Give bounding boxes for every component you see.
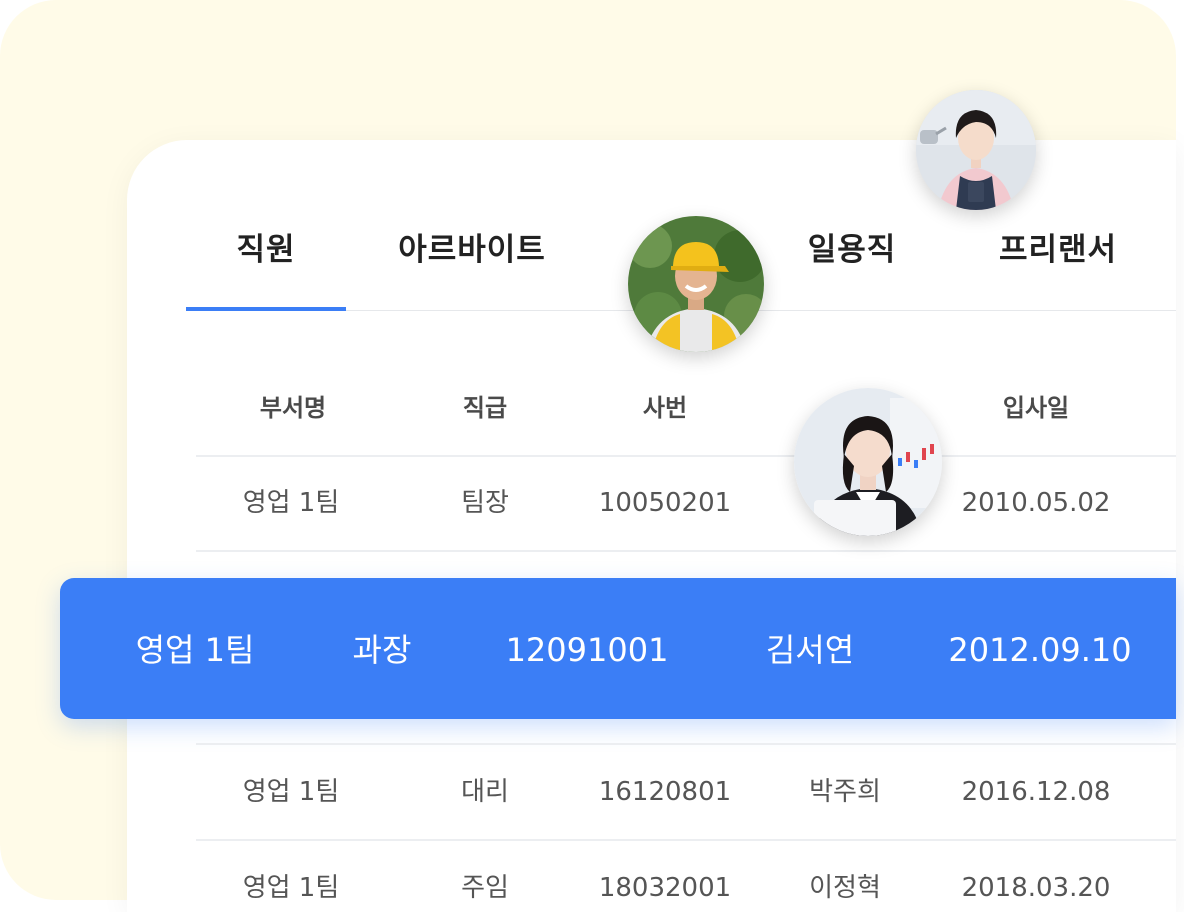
tab-employee[interactable]: 직원 bbox=[206, 222, 326, 278]
selected-row-employee-id: 12091001 bbox=[505, 631, 669, 669]
row-1-department: 영업 1팀 bbox=[242, 488, 340, 518]
row-4-employee-id: 18032001 bbox=[598, 873, 732, 903]
row-3-department: 영업 1팀 bbox=[242, 777, 340, 807]
selected-row-hire-date: 2012.09.10 bbox=[948, 631, 1132, 669]
row-1-employee-id: 10050201 bbox=[598, 488, 732, 518]
selected-row-department: 영업 1팀 bbox=[135, 631, 255, 669]
tab-freelancer[interactable]: 프리랜서 bbox=[983, 222, 1133, 278]
tab-daily-worker[interactable]: 일용직 bbox=[792, 222, 912, 278]
column-header-rank[interactable]: 직급 bbox=[425, 388, 545, 428]
row-4-name: 이정혁 bbox=[809, 873, 881, 903]
selected-row-rank: 과장 bbox=[352, 631, 412, 669]
row-4-hire-date: 2018.03.20 bbox=[961, 873, 1111, 903]
header-divider bbox=[196, 455, 1176, 457]
column-header-hire-date[interactable]: 입사일 bbox=[976, 388, 1096, 428]
row-divider bbox=[196, 743, 1176, 745]
delivery-worker-avatar-icon bbox=[628, 216, 764, 352]
row-divider bbox=[196, 550, 1176, 552]
active-tab-indicator bbox=[186, 307, 346, 311]
row-4-rank: 주임 bbox=[461, 873, 509, 903]
column-header-department[interactable]: 부서명 bbox=[233, 388, 353, 428]
selected-row-name: 김서연 bbox=[765, 631, 855, 669]
row-1-hire-date: 2010.05.02 bbox=[961, 488, 1111, 518]
row-4-department: 영업 1팀 bbox=[242, 873, 340, 903]
row-3-employee-id: 16120801 bbox=[598, 777, 732, 807]
column-header-employee-id[interactable]: 사번 bbox=[605, 388, 725, 428]
row-3-rank: 대리 bbox=[461, 777, 509, 807]
tab-part-time[interactable]: 아르바이트 bbox=[382, 222, 562, 278]
row-3-name: 박주희 bbox=[809, 777, 881, 807]
barista-avatar-icon bbox=[916, 90, 1036, 210]
row-3-hire-date: 2016.12.08 bbox=[961, 777, 1111, 807]
office-worker-avatar-icon bbox=[794, 388, 942, 536]
row-divider bbox=[196, 839, 1176, 841]
row-1-rank: 팀장 bbox=[461, 488, 509, 518]
